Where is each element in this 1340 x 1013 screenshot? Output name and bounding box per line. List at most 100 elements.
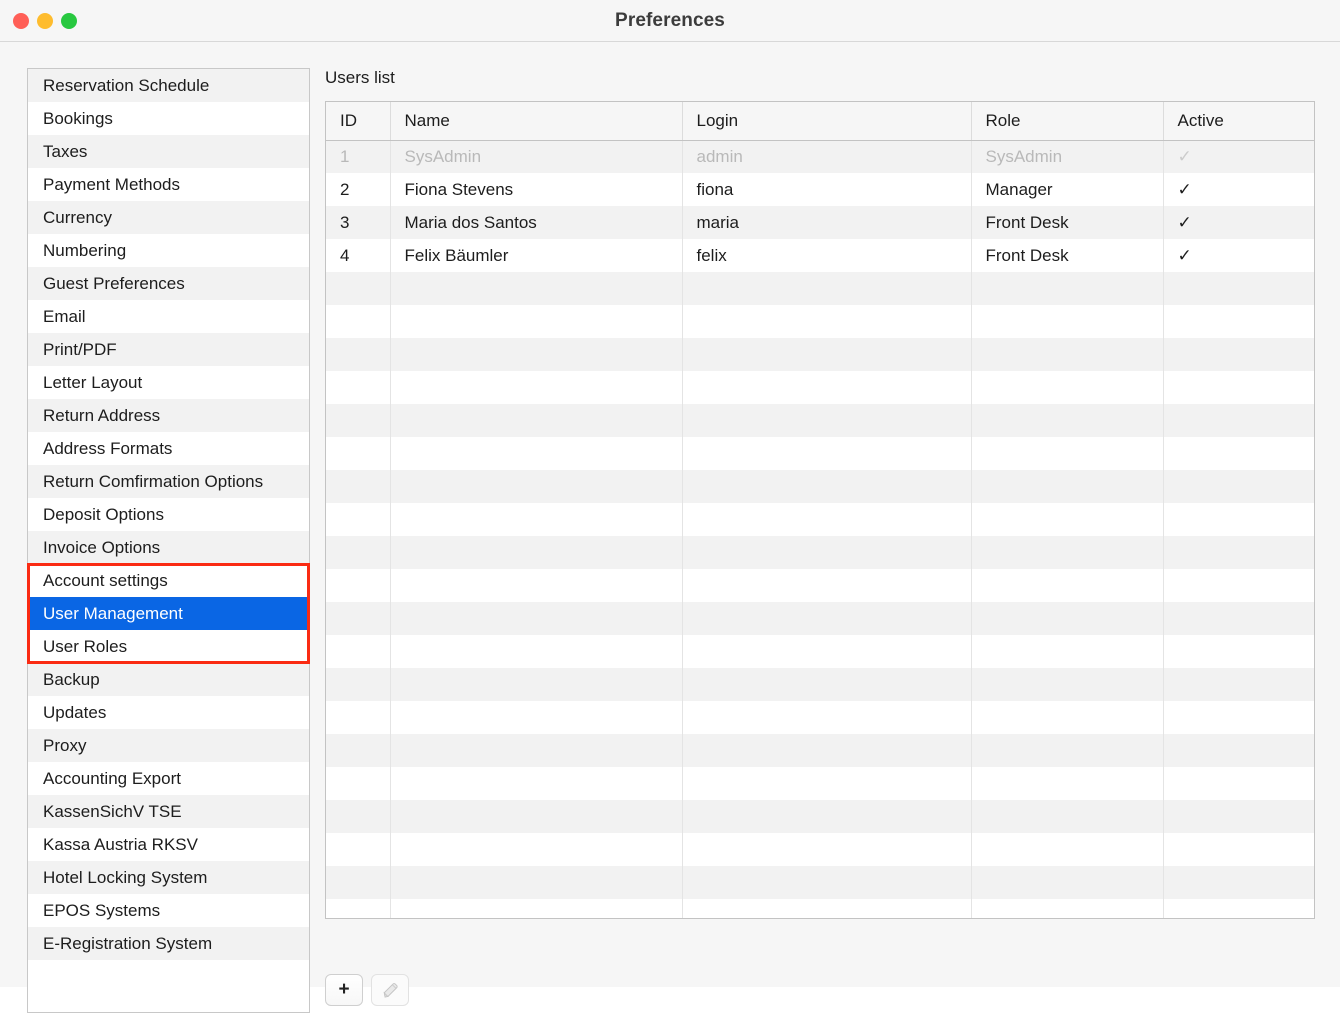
cell-id: 3 — [326, 206, 391, 239]
cell-role: Manager — [971, 173, 1164, 206]
table-row-empty[interactable] — [326, 371, 1314, 404]
table-row[interactable]: 2 Fiona Stevens fiona Manager ✓ — [326, 173, 1314, 206]
table-row-empty[interactable] — [326, 701, 1314, 734]
cell-name: Felix Bäumler — [390, 239, 683, 272]
users-table-header-row: ID Name Login Role Active — [326, 102, 1314, 141]
sidebar-item-account-settings[interactable]: Account settings — [28, 564, 309, 597]
cell-empty — [1163, 899, 1314, 918]
plus-icon: + — [338, 979, 350, 1000]
column-header-active[interactable]: Active — [1163, 102, 1314, 141]
cell-empty — [971, 767, 1164, 800]
sidebar-item-reservation-schedule[interactable]: Reservation Schedule — [28, 69, 309, 102]
sidebar-item-updates[interactable]: Updates — [28, 696, 309, 729]
cell-empty — [682, 437, 972, 470]
cell-empty — [682, 305, 972, 338]
sidebar-item-e-registration-system[interactable]: E-Registration System — [28, 927, 309, 960]
users-table-container[interactable]: ID Name Login Role Active 1 SysAdmin admin SysA… — [325, 101, 1315, 919]
cell-empty — [390, 272, 683, 305]
sidebar-item-user-management[interactable]: User Management — [28, 597, 309, 630]
table-row-empty[interactable] — [326, 338, 1314, 371]
sidebar-item-kassa-austria-rksv[interactable]: Kassa Austria RKSV — [28, 828, 309, 861]
table-row[interactable]: 3 Maria dos Santos maria Front Desk ✓ — [326, 206, 1314, 239]
table-row[interactable]: 1 SysAdmin admin SysAdmin ✓ — [326, 140, 1314, 173]
cell-empty — [326, 800, 391, 833]
sidebar-filler-row — [28, 960, 309, 993]
cell-empty — [971, 536, 1164, 569]
sidebar-item-bookings[interactable]: Bookings — [28, 102, 309, 135]
sidebar-item-address-formats[interactable]: Address Formats — [28, 432, 309, 465]
table-row-empty[interactable] — [326, 635, 1314, 668]
cell-name: SysAdmin — [390, 140, 683, 173]
sidebar-item-currency[interactable]: Currency — [28, 201, 309, 234]
table-row-empty[interactable] — [326, 767, 1314, 800]
table-row-empty[interactable] — [326, 668, 1314, 701]
cell-empty — [326, 503, 391, 536]
table-row-empty[interactable] — [326, 470, 1314, 503]
cell-empty — [326, 866, 391, 899]
users-list-label: Users list — [325, 68, 395, 87]
table-row-empty[interactable] — [326, 305, 1314, 338]
cell-empty — [1163, 668, 1314, 701]
table-row-empty[interactable] — [326, 800, 1314, 833]
cell-empty — [390, 404, 683, 437]
cell-empty — [390, 602, 683, 635]
cell-empty — [1163, 437, 1314, 470]
sidebar-item-user-roles[interactable]: User Roles — [28, 630, 309, 663]
cell-empty — [971, 503, 1164, 536]
add-user-button[interactable]: + — [325, 974, 363, 1006]
cell-empty — [390, 569, 683, 602]
table-row-empty[interactable] — [326, 536, 1314, 569]
cell-empty — [1163, 503, 1314, 536]
table-row-empty[interactable] — [326, 503, 1314, 536]
table-row-empty[interactable] — [326, 833, 1314, 866]
cell-empty — [390, 305, 683, 338]
table-row[interactable]: 4 Felix Bäumler felix Front Desk ✓ — [326, 239, 1314, 272]
sidebar-item-kassensichv-tse[interactable]: KassenSichV TSE — [28, 795, 309, 828]
window-content: Reservation Schedule Bookings Taxes Payment… — [0, 42, 1340, 1013]
sidebar-item-numbering[interactable]: Numbering — [28, 234, 309, 267]
table-row-empty[interactable] — [326, 899, 1314, 918]
table-row-empty[interactable] — [326, 866, 1314, 899]
sidebar-item-letter-layout[interactable]: Letter Layout — [28, 366, 309, 399]
table-row-empty[interactable] — [326, 272, 1314, 305]
table-row-empty[interactable] — [326, 602, 1314, 635]
cell-empty — [390, 734, 683, 767]
sidebar-item-hotel-locking-system[interactable]: Hotel Locking System — [28, 861, 309, 894]
sidebar-item-return-comfirmation-options[interactable]: Return Comfirmation Options — [28, 465, 309, 498]
column-header-name[interactable]: Name — [390, 102, 683, 141]
cell-empty — [682, 668, 972, 701]
table-row-empty[interactable] — [326, 404, 1314, 437]
edit-user-button[interactable] — [371, 974, 409, 1006]
cell-empty — [682, 899, 972, 918]
column-header-role[interactable]: Role — [971, 102, 1164, 141]
table-row-empty[interactable] — [326, 437, 1314, 470]
sidebar-item-email[interactable]: Email — [28, 300, 309, 333]
cell-login: admin — [682, 140, 972, 173]
cell-empty — [971, 602, 1164, 635]
sidebar-item-taxes[interactable]: Taxes — [28, 135, 309, 168]
sidebar-item-proxy[interactable]: Proxy — [28, 729, 309, 762]
sidebar-item-epos-systems[interactable]: EPOS Systems — [28, 894, 309, 927]
sidebar-item-backup[interactable]: Backup — [28, 663, 309, 696]
column-header-id[interactable]: ID — [326, 102, 391, 141]
cell-empty — [682, 470, 972, 503]
sidebar-item-accounting-export[interactable]: Accounting Export — [28, 762, 309, 795]
cell-empty — [326, 305, 391, 338]
cell-empty — [1163, 470, 1314, 503]
sidebar-item-invoice-options[interactable]: Invoice Options — [28, 531, 309, 564]
cell-empty — [390, 866, 683, 899]
cell-empty — [682, 338, 972, 371]
cell-empty — [326, 833, 391, 866]
sidebar-item-guest-preferences[interactable]: Guest Preferences — [28, 267, 309, 300]
sidebar-item-return-address[interactable]: Return Address — [28, 399, 309, 432]
column-header-login[interactable]: Login — [682, 102, 972, 141]
table-row-empty[interactable] — [326, 734, 1314, 767]
cell-empty — [326, 470, 391, 503]
preferences-sidebar[interactable]: Reservation Schedule Bookings Taxes Payment… — [27, 68, 310, 1013]
sidebar-item-deposit-options[interactable]: Deposit Options — [28, 498, 309, 531]
table-row-empty[interactable] — [326, 569, 1314, 602]
cell-empty — [971, 470, 1164, 503]
sidebar-item-payment-methods[interactable]: Payment Methods — [28, 168, 309, 201]
cell-empty — [682, 767, 972, 800]
sidebar-item-print-pdf[interactable]: Print/PDF — [28, 333, 309, 366]
